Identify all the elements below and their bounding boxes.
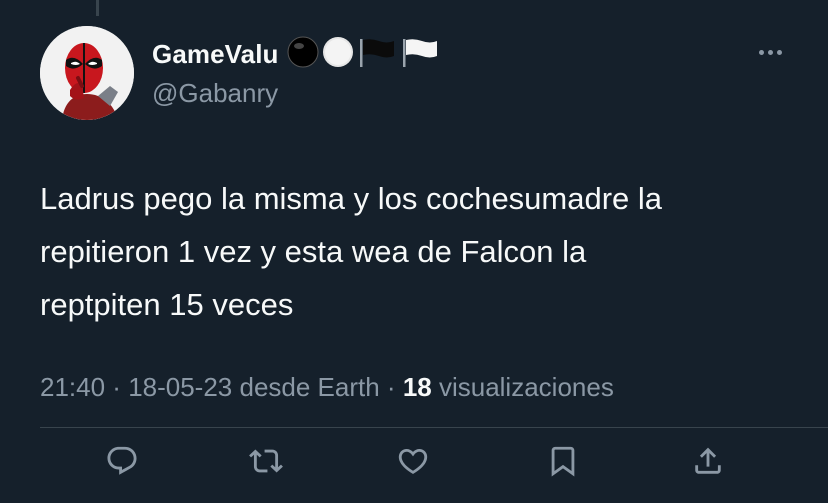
retweet-button[interactable] [243, 438, 289, 484]
tweet-date[interactable]: 18-05-23 [128, 372, 232, 402]
tweet-source: desde Earth [232, 372, 380, 402]
tweet-text-line: Ladrus pego la misma y los cochesumadre … [40, 181, 663, 216]
black-flag-emoji [357, 36, 397, 73]
more-dot-icon [776, 49, 782, 55]
tweet-text-line: repitieron 1 vez y esta wea de Falcon la [40, 234, 587, 269]
meta-separator: · [379, 372, 403, 402]
retweet-icon [249, 449, 283, 473]
meta-separator: · [105, 372, 129, 402]
more-dot-icon [767, 49, 773, 55]
author-name-row: GameValu [152, 36, 440, 73]
tweet-text: Ladrus pego la misma y los cochesumadre … [40, 172, 780, 331]
views-label[interactable]: visualizaciones [432, 372, 614, 402]
bookmark-icon [551, 446, 575, 477]
deadpool-avatar[interactable] [40, 26, 134, 120]
tweet-text-line: reptpiten 15 veces [40, 287, 294, 322]
tweet-actions [0, 438, 828, 484]
tweet-detail: GameValu @Gabanry Ladrus pego la misma y… [0, 0, 828, 503]
share-icon [695, 447, 721, 474]
white-circle-emoji [322, 36, 354, 73]
author-display-name[interactable]: GameValu [152, 39, 279, 70]
divider [40, 427, 828, 428]
black-circle-emoji [287, 36, 319, 73]
like-button[interactable] [390, 438, 436, 484]
share-button[interactable] [685, 438, 731, 484]
tweet-meta: 21:40 · 18-05-23 desde Earth · 18 visual… [40, 372, 614, 403]
author-handle[interactable]: @Gabanry [152, 78, 278, 109]
tweet-time[interactable]: 21:40 [40, 372, 105, 402]
more-dot-icon [758, 49, 764, 55]
name-emojis [287, 36, 440, 73]
more-options-button[interactable] [752, 40, 788, 64]
white-flag-emoji [400, 36, 440, 73]
thread-line [96, 0, 99, 16]
reply-button[interactable] [99, 438, 145, 484]
reply-icon [107, 446, 137, 475]
heart-icon [398, 448, 428, 474]
bookmark-button[interactable] [540, 438, 586, 484]
views-count[interactable]: 18 [403, 372, 432, 402]
